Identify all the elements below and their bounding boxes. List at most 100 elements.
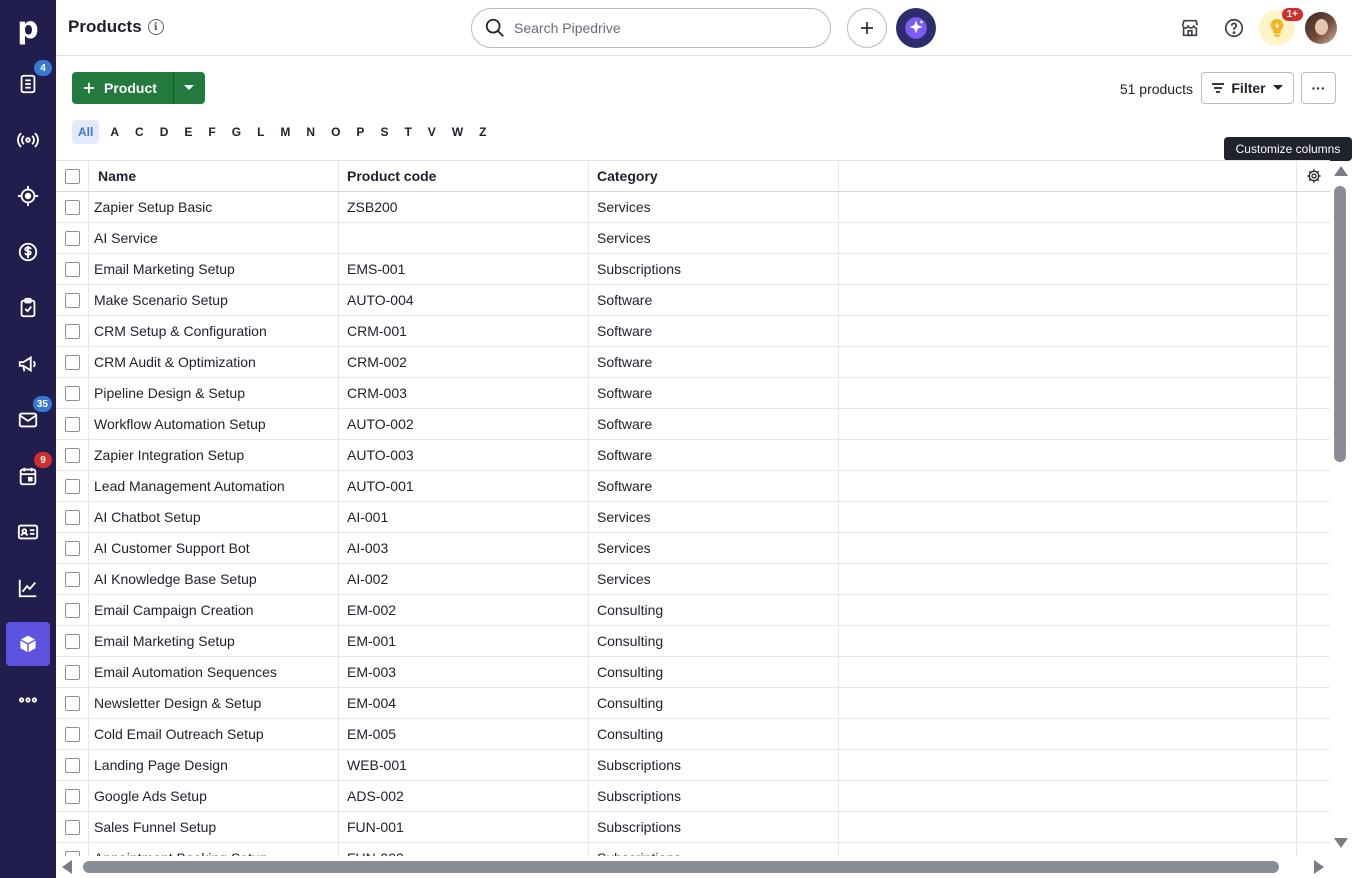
row-checkbox[interactable] (64, 261, 80, 277)
pipedrive-logo[interactable]: p (0, 0, 56, 56)
alphabet-letter-g[interactable]: G (227, 120, 246, 144)
row-checkbox[interactable] (64, 726, 80, 742)
user-avatar[interactable] (1305, 12, 1337, 44)
alphabet-letter-s[interactable]: S (375, 120, 393, 144)
table-row[interactable]: Email Campaign Creation EM-002 Consulting (56, 595, 1330, 626)
table-row[interactable]: Make Scenario Setup AUTO-004 Software (56, 285, 1330, 316)
search-input[interactable] (514, 20, 804, 36)
sidebar-item-marketing[interactable] (6, 342, 50, 386)
scroll-down-arrow[interactable] (1334, 838, 1348, 848)
more-options-button[interactable]: ··· (1301, 72, 1336, 104)
alphabet-letter-c[interactable]: C (130, 120, 149, 144)
table-row[interactable]: Newsletter Design & Setup EM-004 Consultin… (56, 688, 1330, 719)
alphabet-letter-t[interactable]: T (399, 120, 416, 144)
product-code-cell[interactable]: EM-003 (339, 657, 589, 687)
sidebar-item-deals[interactable] (6, 230, 50, 274)
horizontal-scrollbar[interactable] (56, 856, 1330, 878)
product-name-cell[interactable]: AI Knowledge Base Setup (89, 564, 339, 594)
table-row[interactable]: AI Knowledge Base Setup AI-002 Services (56, 564, 1330, 595)
row-checkbox[interactable] (64, 540, 80, 556)
row-checkbox[interactable] (64, 695, 80, 711)
product-category-cell[interactable]: Software (589, 285, 839, 315)
customize-columns-button[interactable] (1297, 161, 1330, 191)
product-name-cell[interactable]: CRM Setup & Configuration (89, 316, 339, 346)
product-name-cell[interactable]: AI Customer Support Bot (89, 533, 339, 563)
product-category-cell[interactable]: Software (589, 471, 839, 501)
row-checkbox[interactable] (64, 509, 80, 525)
info-icon[interactable]: i (147, 19, 164, 35)
alphabet-letter-m[interactable]: M (275, 120, 295, 144)
vertical-scroll-thumb[interactable] (1334, 186, 1346, 462)
add-product-button[interactable]: Product (72, 72, 173, 104)
product-code-cell[interactable]: CRM-002 (339, 347, 589, 377)
alphabet-letter-o[interactable]: O (326, 120, 345, 144)
alphabet-letter-a[interactable]: A (105, 120, 124, 144)
product-category-cell[interactable]: Consulting (589, 657, 839, 687)
table-row[interactable]: Lead Management Automation AUTO-001 Softwa… (56, 471, 1330, 502)
product-name-cell[interactable]: Email Automation Sequences (89, 657, 339, 687)
row-checkbox[interactable] (64, 478, 80, 494)
product-category-cell[interactable]: Services (589, 192, 839, 222)
product-code-cell[interactable]: FUN-001 (339, 812, 589, 842)
sidebar-item-more[interactable] (6, 678, 50, 722)
product-code-cell[interactable]: EM-001 (339, 626, 589, 656)
product-category-cell[interactable]: Software (589, 409, 839, 439)
quick-add-button[interactable] (847, 8, 887, 48)
alphabet-letter-z[interactable]: Z (474, 120, 491, 144)
alphabet-letter-w[interactable]: W (447, 120, 468, 144)
row-checkbox[interactable] (64, 633, 80, 649)
product-code-cell[interactable]: AI-001 (339, 502, 589, 532)
product-code-cell[interactable]: ZSB200 (339, 192, 589, 222)
product-name-cell[interactable]: AI Chatbot Setup (89, 502, 339, 532)
alphabet-letter-f[interactable]: F (203, 120, 220, 144)
row-checkbox[interactable] (64, 416, 80, 432)
product-code-cell[interactable]: FUN-002 (339, 843, 589, 856)
table-row[interactable]: Cold Email Outreach Setup EM-005 Consultin… (56, 719, 1330, 750)
alphabet-letter-l[interactable]: L (252, 120, 269, 144)
filter-button[interactable]: Filter (1201, 72, 1294, 104)
sidebar-item-products[interactable] (6, 622, 50, 666)
product-name-cell[interactable]: Zapier Integration Setup (89, 440, 339, 470)
alphabet-letter-n[interactable]: N (301, 120, 320, 144)
product-name-cell[interactable]: Cold Email Outreach Setup (89, 719, 339, 749)
row-checkbox[interactable] (64, 664, 80, 680)
product-category-cell[interactable]: Services (589, 533, 839, 563)
product-category-cell[interactable]: Software (589, 440, 839, 470)
table-row[interactable]: Pipeline Design & Setup CRM-003 Software (56, 378, 1330, 409)
alphabet-letter-v[interactable]: V (423, 120, 441, 144)
table-row[interactable]: Landing Page Design WEB-001 Subscriptions (56, 750, 1330, 781)
product-category-cell[interactable]: Services (589, 502, 839, 532)
product-name-cell[interactable]: Email Marketing Setup (89, 254, 339, 284)
row-checkbox[interactable] (64, 354, 80, 370)
row-checkbox[interactable] (64, 292, 80, 308)
product-name-cell[interactable]: Landing Page Design (89, 750, 339, 780)
product-code-cell[interactable] (339, 223, 589, 253)
product-code-cell[interactable]: AUTO-002 (339, 409, 589, 439)
select-all-checkbox[interactable] (64, 168, 80, 184)
row-checkbox[interactable] (64, 447, 80, 463)
product-code-cell[interactable]: CRM-001 (339, 316, 589, 346)
table-row[interactable]: AI Service Services (56, 223, 1330, 254)
search-bar[interactable] (471, 8, 831, 48)
product-category-cell[interactable]: Consulting (589, 626, 839, 656)
product-code-cell[interactable]: ADS-002 (339, 781, 589, 811)
scroll-left-arrow[interactable] (62, 860, 72, 874)
table-row[interactable]: Sales Funnel Setup FUN-001 Subscriptions (56, 812, 1330, 843)
row-checkbox[interactable] (64, 819, 80, 835)
table-row[interactable]: Appointment Booking SetupFUN-002Subscrip… (56, 843, 1330, 856)
sidebar-item-mail[interactable]: 35 (6, 396, 52, 442)
scroll-right-arrow[interactable] (1314, 860, 1324, 874)
marketplace-button[interactable] (1176, 14, 1204, 42)
alphabet-letter-d[interactable]: D (155, 120, 174, 144)
product-code-cell[interactable]: AUTO-003 (339, 440, 589, 470)
product-name-cell[interactable]: AI Service (89, 223, 339, 253)
product-category-cell[interactable]: Software (589, 316, 839, 346)
product-name-cell[interactable]: Workflow Automation Setup (89, 409, 339, 439)
table-row[interactable]: Zapier Integration Setup AUTO-003 Software (56, 440, 1330, 471)
product-category-cell[interactable]: Software (589, 347, 839, 377)
product-name-cell[interactable]: Email Campaign Creation (89, 595, 339, 625)
sidebar-item-contacts[interactable] (6, 510, 50, 554)
horizontal-scroll-thumb[interactable] (83, 861, 1279, 873)
table-row[interactable]: Email Marketing Setup EMS-001 Subscription… (56, 254, 1330, 285)
product-category-cell[interactable]: Subscriptions (589, 843, 839, 856)
